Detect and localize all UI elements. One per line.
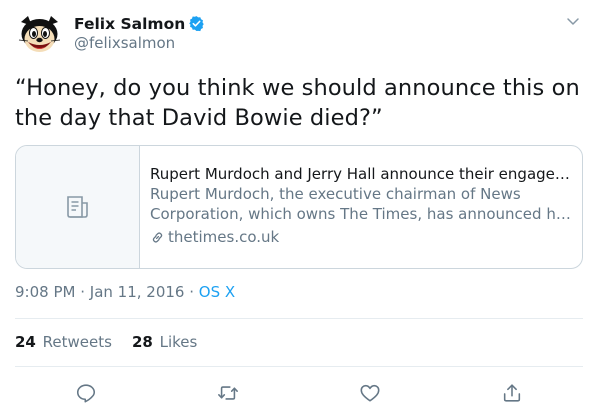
avatar[interactable] xyxy=(15,12,64,61)
link-card[interactable]: Rupert Murdoch and Jerry Hall announce t… xyxy=(15,145,583,269)
article-icon xyxy=(66,196,88,218)
divider xyxy=(15,318,583,319)
card-body: Rupert Murdoch and Jerry Hall announce t… xyxy=(140,146,582,268)
card-title: Rupert Murdoch and Jerry Hall announce t… xyxy=(150,165,572,183)
meta-separator: · xyxy=(75,283,90,301)
card-thumbnail xyxy=(16,146,140,268)
user-handle[interactable]: @felixsalmon xyxy=(74,34,205,52)
link-icon xyxy=(152,231,163,243)
meta-separator: · xyxy=(184,283,199,301)
card-description: Rupert Murdoch, the executive chairman o… xyxy=(150,185,572,224)
tweet-stats: 24 Retweets 28 Likes xyxy=(15,333,217,351)
card-domain: thetimes.co.uk xyxy=(150,227,572,247)
likes-stat[interactable]: 28 Likes xyxy=(132,333,197,351)
likes-label: Likes xyxy=(159,333,198,351)
retweet-icon[interactable] xyxy=(217,382,239,404)
card-description-line-2: Corporation, which owns The Times, has a… xyxy=(150,204,572,223)
tweet-text: “Honey, do you think we should announce … xyxy=(15,75,580,131)
tweet-header: Felix Salmon @felixsalmon xyxy=(15,12,583,61)
likes-count: 28 xyxy=(131,333,153,351)
divider xyxy=(15,366,583,367)
tweet-actions xyxy=(15,378,583,410)
retweets-count: 24 xyxy=(15,333,36,351)
like-icon[interactable] xyxy=(359,382,381,404)
felix-cat-avatar-icon xyxy=(15,12,64,61)
display-name[interactable]: Felix Salmon xyxy=(74,15,185,33)
retweets-label: Retweets xyxy=(42,333,112,351)
card-description-line-1: Rupert Murdoch, the executive chairman o… xyxy=(150,185,521,203)
user-names: Felix Salmon @felixsalmon xyxy=(74,13,205,52)
tweet-meta: 9:08 PM · Jan 11, 2016 · OS X xyxy=(15,283,235,301)
tweet-time[interactable]: 9:08 PM xyxy=(15,283,75,301)
share-icon[interactable] xyxy=(501,382,523,404)
reply-icon[interactable] xyxy=(75,382,97,404)
tweet-source-app[interactable]: OS X xyxy=(199,283,235,301)
retweets-stat[interactable]: 24 Retweets xyxy=(15,333,112,351)
name-row: Felix Salmon xyxy=(74,13,205,34)
chevron-down-icon[interactable] xyxy=(565,13,581,29)
verified-badge-icon xyxy=(189,16,204,32)
card-domain-text: thetimes.co.uk xyxy=(168,228,280,246)
tweet-date[interactable]: Jan 11, 2016 xyxy=(90,283,185,301)
